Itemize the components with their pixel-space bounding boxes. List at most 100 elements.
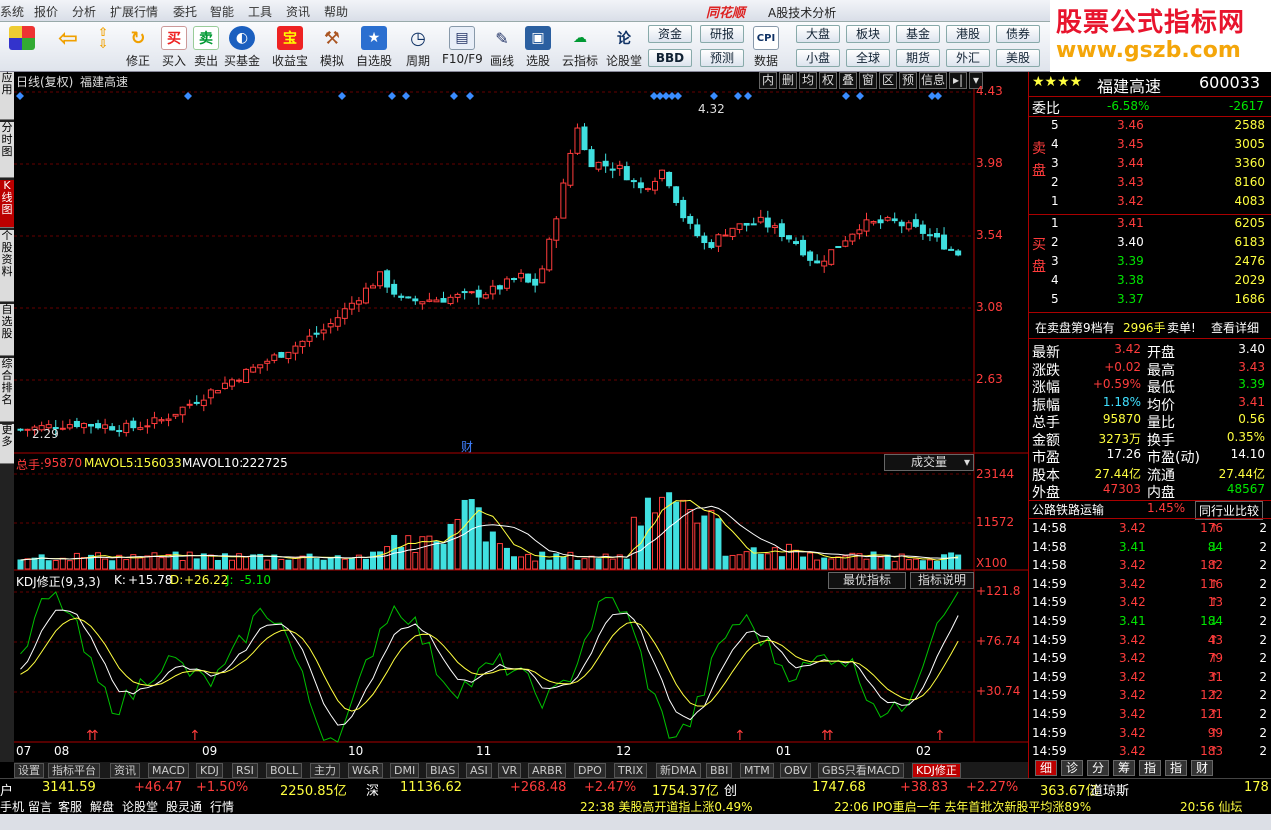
status-mobile[interactable]: 手机	[0, 798, 24, 815]
sell-price[interactable]: 3.44	[1117, 156, 1144, 170]
sell-button[interactable]: 卖卖出	[188, 24, 224, 70]
side-tab-ranking[interactable]: 综合排名	[0, 358, 14, 422]
sell-price[interactable]: 3.43	[1117, 175, 1144, 189]
status-market[interactable]: 行情	[210, 798, 234, 815]
cloud-indicator-button[interactable]: ☁ 云指标	[562, 24, 598, 70]
fix-button[interactable]: ↻ 修正	[120, 24, 156, 70]
btab-mtm[interactable]: MTM	[740, 763, 774, 778]
btab-main[interactable]: 主力	[310, 763, 340, 778]
tool-average[interactable]: 均	[799, 72, 817, 89]
quote-tab[interactable]: 分	[1087, 760, 1109, 776]
quote-tab[interactable]: 筹	[1113, 760, 1135, 776]
pill-smallcap[interactable]: 小盘	[796, 49, 840, 67]
watchlist-button[interactable]: ★ 自选股	[356, 24, 392, 70]
quote-tab[interactable]: 细	[1035, 760, 1057, 776]
screener-button[interactable]: ▣ 选股	[520, 24, 556, 70]
buy-price[interactable]: 3.37	[1117, 292, 1144, 306]
status-service[interactable]: 客服	[58, 798, 82, 815]
news-item-2[interactable]: 22:06 IPO重启一年 去年首批次新股平均涨89%	[834, 798, 1091, 815]
status-gulingtong[interactable]: 股灵通	[166, 798, 202, 815]
menu-help[interactable]: 帮助	[324, 3, 348, 20]
back-button[interactable]: ⇦	[50, 24, 86, 70]
menu-quote[interactable]: 报价	[34, 3, 58, 20]
pill-research[interactable]: 研报	[700, 25, 744, 43]
side-tab-more[interactable]: 更多	[0, 424, 14, 464]
tool-nei[interactable]: 内	[759, 72, 777, 89]
buy-fund-button[interactable]: ◐ 买基金	[224, 24, 260, 70]
notice-detail-link[interactable]: 查看详细	[1211, 319, 1259, 336]
indicator-help-button[interactable]: 指标说明	[910, 572, 974, 589]
pill-fund[interactable]: 基金	[896, 25, 940, 43]
btab-kdj-fix[interactable]: KDJ修正	[912, 763, 961, 778]
btab-platform[interactable]: 指标平台	[48, 763, 100, 778]
tool-window[interactable]: 窗	[859, 72, 877, 89]
pill-sector[interactable]: 板块	[846, 25, 890, 43]
btab-vr[interactable]: VR	[498, 763, 522, 778]
sell-price[interactable]: 3.42	[1117, 194, 1144, 208]
earnings-button[interactable]: 宝收益宝	[272, 24, 308, 70]
finance-marker[interactable]: 财	[461, 438, 473, 455]
quote-tab[interactable]: 诊	[1061, 760, 1083, 776]
tool-rights[interactable]: 权	[819, 72, 837, 89]
pill-market[interactable]: 大盘	[796, 25, 840, 43]
pill-forex[interactable]: 外汇	[946, 49, 990, 67]
news-item-1[interactable]: 22:38 美股高开道指上涨0.49%	[580, 798, 753, 815]
quote-tab[interactable]: 指	[1139, 760, 1161, 776]
pill-global[interactable]: 全球	[846, 49, 890, 67]
period-button[interactable]: ◷ 周期	[400, 24, 436, 70]
menu-ext-quote[interactable]: 扩展行情	[110, 3, 158, 20]
status-message[interactable]: 留言	[28, 798, 52, 815]
layout-button[interactable]	[4, 24, 40, 70]
forum-button[interactable]: 论论股堂	[606, 24, 642, 70]
pill-bonds[interactable]: 债券	[996, 25, 1040, 43]
data-button[interactable]: CPI 数据	[748, 24, 784, 70]
industry-name[interactable]: 公路铁路运输	[1032, 501, 1104, 518]
menu-order[interactable]: 委托	[173, 3, 197, 20]
btab-dmi[interactable]: DMI	[390, 763, 420, 778]
btab-dpo[interactable]: DPO	[574, 763, 606, 778]
quote-tab[interactable]: 财	[1191, 760, 1213, 776]
btab-news[interactable]: 资讯	[110, 763, 140, 778]
sell-price[interactable]: 3.45	[1117, 137, 1144, 151]
f10-button[interactable]: ▤ F10/F9	[442, 24, 483, 70]
side-tab-kline[interactable]: K线图	[0, 180, 14, 228]
expand-icon[interactable]: ▸|	[949, 72, 967, 89]
tool-info[interactable]: 信息	[919, 72, 947, 89]
updown-button[interactable]: ⇧ ⇩	[88, 24, 118, 70]
btab-boll[interactable]: BOLL	[266, 763, 303, 778]
btab-rsi[interactable]: RSI	[232, 763, 258, 778]
btab-newdma[interactable]: 新DMA	[656, 763, 701, 778]
btab-gbs-macd[interactable]: GBS只看MACD	[818, 763, 904, 778]
tool-range[interactable]: 区	[879, 72, 897, 89]
side-tab-intraday[interactable]: 分时图	[0, 122, 14, 178]
buy-price[interactable]: 3.41	[1117, 216, 1144, 230]
quote-tab[interactable]: 指	[1165, 760, 1187, 776]
tool-overlay[interactable]: 叠	[839, 72, 857, 89]
menu-smart[interactable]: 智能	[210, 3, 234, 20]
btab-asi[interactable]: ASI	[466, 763, 492, 778]
tool-forecast[interactable]: 预	[899, 72, 917, 89]
btab-arbr[interactable]: ARBR	[528, 763, 567, 778]
side-tab-app[interactable]: 应用	[0, 72, 14, 120]
news-item-3[interactable]: 20:56 仙坛	[1180, 798, 1242, 815]
status-forum[interactable]: 论股堂	[122, 798, 158, 815]
buy-price[interactable]: 3.38	[1117, 273, 1144, 287]
buy-price[interactable]: 3.39	[1117, 254, 1144, 268]
pill-funds[interactable]: 资金	[648, 25, 692, 43]
simulate-button[interactable]: ⚒ 模拟	[314, 24, 350, 70]
btab-macd[interactable]: MACD	[148, 763, 189, 778]
pill-futures[interactable]: 期货	[896, 49, 940, 67]
status-analysis[interactable]: 解盘	[90, 798, 114, 815]
pill-bbd[interactable]: BBD	[648, 49, 692, 67]
btab-bias[interactable]: BIAS	[426, 763, 460, 778]
draw-button[interactable]: ✎ 画线	[484, 24, 520, 70]
side-tab-watchlist[interactable]: 自选股	[0, 304, 14, 356]
side-tab-profile[interactable]: 个股资料	[0, 230, 14, 302]
menu-analysis[interactable]: 分析	[72, 3, 96, 20]
volume-selector[interactable]: 成交量 ▾	[884, 454, 974, 471]
btab-kdj[interactable]: KDJ	[196, 763, 223, 778]
best-indicator-button[interactable]: 最优指标	[828, 572, 906, 589]
menu-tools[interactable]: 工具	[248, 3, 272, 20]
menu-system[interactable]: 系统	[0, 3, 24, 20]
tool-delete[interactable]: 删	[779, 72, 797, 89]
